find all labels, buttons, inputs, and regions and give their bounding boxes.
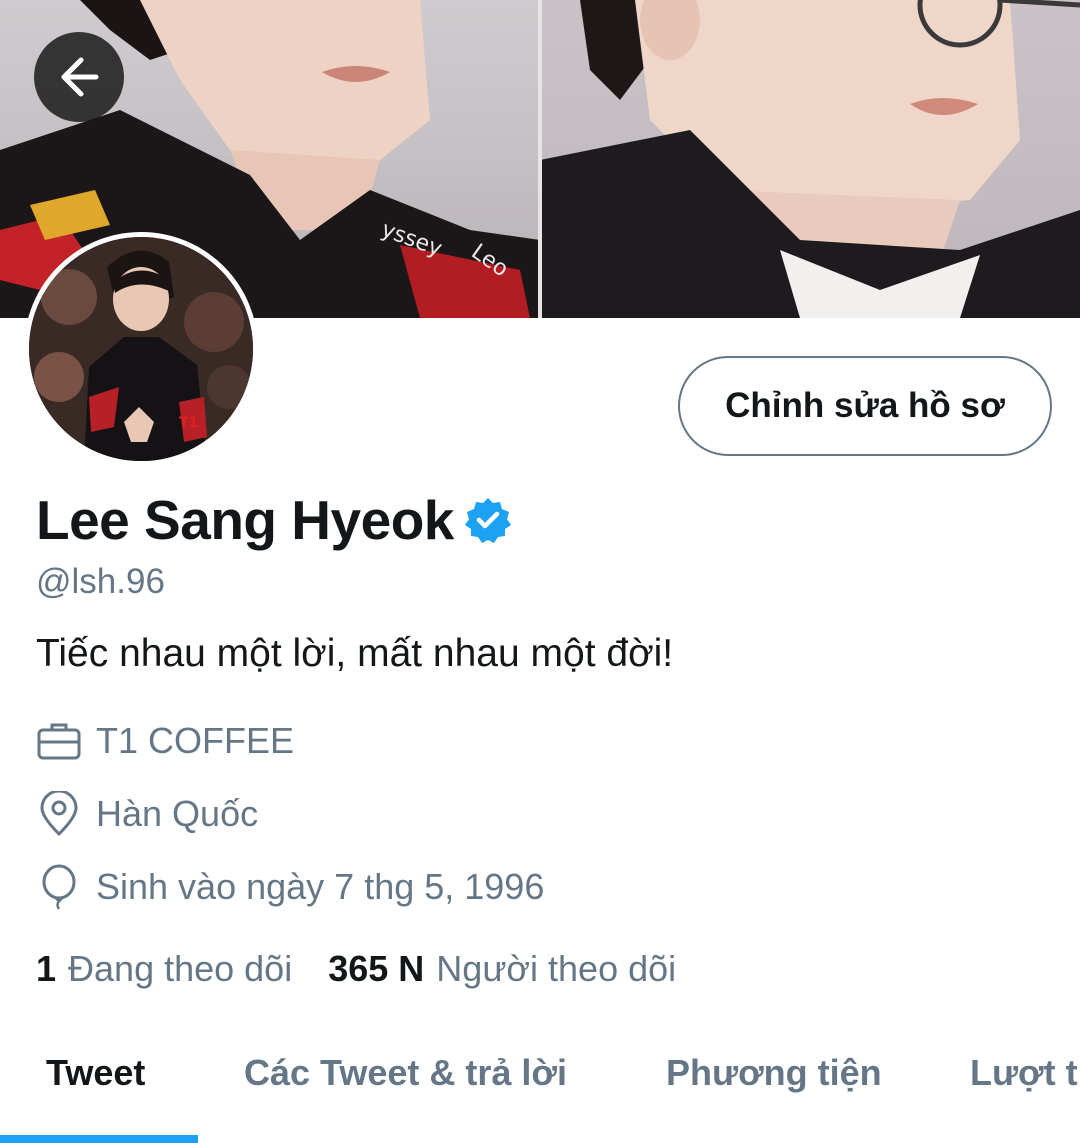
work-text: T1 COFFEE [96,720,295,761]
tab-tweets-replies[interactable]: Các Tweet & trả lời [244,1052,567,1094]
avatar-photo: T1 [29,237,253,461]
verified-badge-icon [464,498,511,543]
svg-text:T1: T1 [179,415,198,431]
birthday-text: Sinh vào ngày 7 thg 5, 1996 [96,866,545,907]
work-row: T1 COFFEE [36,718,294,764]
follow-stats: 1 Đang theo dõi 365 N Người theo dõi [36,948,712,990]
banner-photo-right [540,0,1080,318]
name-row: Lee Sang Hyeok [36,488,512,552]
tab-likes[interactable]: Lượt thích [970,1052,1080,1094]
following-label[interactable]: Đang theo dõi [68,948,292,990]
location-text: Hàn Quốc [96,793,259,834]
profile-bio: Tiếc nhau một lời, mất nhau một đời! [36,632,674,675]
following-count[interactable]: 1 [36,948,56,990]
birthday-row: Sinh vào ngày 7 thg 5, 1996 [36,864,544,910]
profile-page: yssey Leo T1 Chỉnh sửa hồ sơ Lee Sang Hy… [0,0,1080,1143]
followers-label[interactable]: Người theo dõi [436,948,676,990]
tab-tweets[interactable]: Tweet [46,1052,145,1094]
briefcase-icon [37,723,81,760]
arrow-left-icon [61,57,99,97]
profile-tabs: Tweet Các Tweet & trả lời Phương tiện Lư… [0,1030,1080,1143]
banner-divider [538,0,542,318]
active-tab-indicator [0,1135,198,1143]
balloon-icon [42,864,76,910]
display-name: Lee Sang Hyeok [36,489,454,551]
edit-profile-button[interactable]: Chỉnh sửa hồ sơ [678,356,1052,456]
avatar[interactable]: T1 [24,232,258,466]
tab-media[interactable]: Phương tiện [666,1052,882,1094]
back-button[interactable] [34,32,124,122]
location-row: Hàn Quốc [36,791,258,837]
location-pin-icon [40,791,78,837]
followers-count[interactable]: 365 N [328,948,424,990]
username-handle: @lsh.96 [36,562,165,601]
